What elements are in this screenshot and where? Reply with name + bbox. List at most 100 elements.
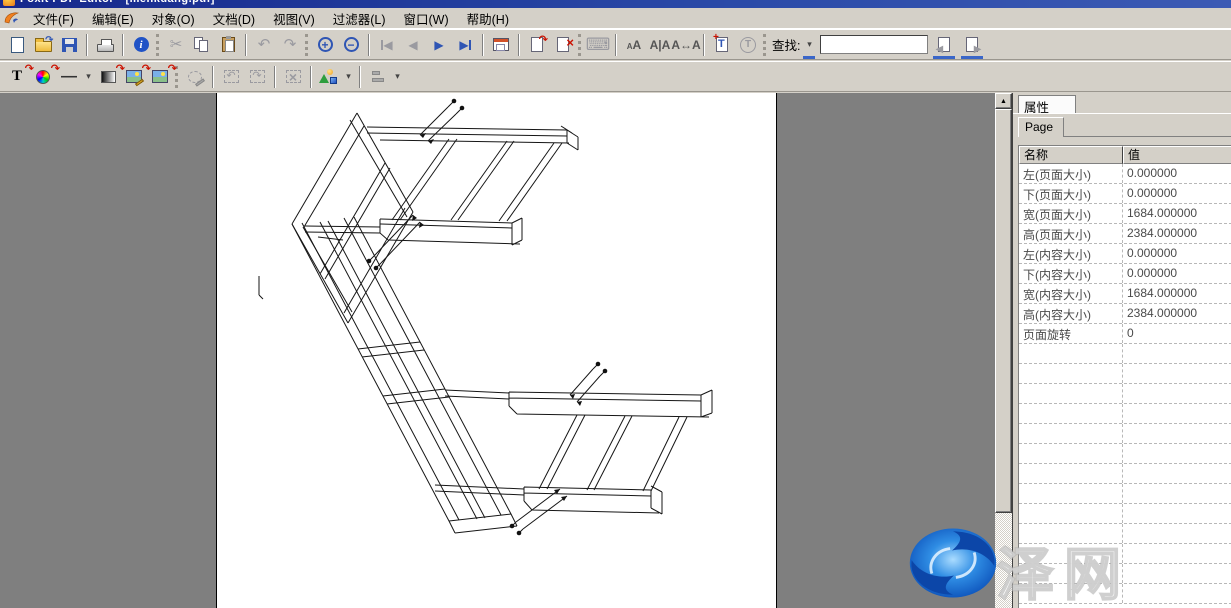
property-value[interactable]: 0 (1123, 324, 1231, 343)
property-name: 页面旋转 (1019, 324, 1123, 343)
panel-title-tab[interactable]: 属性 (1018, 95, 1076, 113)
font-width-button[interactable]: A|A (647, 33, 673, 57)
font-size-button[interactable]: AA (621, 33, 647, 57)
add-image-object-button[interactable]: ↷ (147, 65, 173, 89)
delete-page-button[interactable]: × (550, 33, 576, 57)
last-page-icon: ▶ (459, 39, 468, 51)
align-icon (370, 70, 386, 84)
undo-button[interactable]: ↶ (251, 33, 277, 57)
edit-image-object-button[interactable]: ↷ (121, 65, 147, 89)
color-wheel-icon (36, 70, 50, 84)
page-layout-icon (493, 38, 509, 51)
paste-button[interactable] (215, 33, 241, 57)
redo-button[interactable]: ↷ (277, 33, 303, 57)
first-page-button[interactable]: ◀ (374, 33, 400, 57)
align-dropdown[interactable]: ▾ (391, 65, 404, 89)
rotate-left-button[interactable]: ↶ (218, 65, 244, 89)
table-row: 宽(内容大小)1684.000000 (1019, 284, 1231, 304)
menu-help[interactable]: 帮助(H) (458, 7, 518, 30)
document-canvas[interactable] (0, 93, 995, 608)
new-page-icon (11, 37, 24, 53)
find-previous-button[interactable]: ◀ (932, 33, 956, 57)
separator (86, 34, 88, 56)
property-value[interactable]: 0.000000 (1123, 184, 1231, 203)
document-info-button[interactable]: i (128, 33, 154, 57)
find-next-button[interactable]: ▶ (960, 33, 984, 57)
image-icon (152, 70, 168, 83)
menu-document[interactable]: 文档(D) (204, 7, 264, 30)
separator (245, 34, 247, 56)
column-header-value[interactable]: 值 (1123, 146, 1231, 164)
separator (122, 34, 124, 56)
page-layout-button[interactable] (488, 33, 514, 57)
next-page-icon: ▶ (434, 39, 443, 51)
table-row: 下(内容大小)0.000000 (1019, 264, 1231, 284)
property-value[interactable]: 0.000000 (1123, 244, 1231, 263)
zoom-out-button[interactable]: − (338, 33, 364, 57)
align-button[interactable] (365, 65, 391, 89)
open-button[interactable]: ↷ (30, 33, 56, 57)
property-value[interactable]: 2384.000000 (1123, 224, 1231, 243)
cut-button[interactable]: ✂ (163, 33, 189, 57)
property-value[interactable]: 0.000000 (1123, 264, 1231, 283)
toolbar-drag-handle[interactable] (305, 34, 308, 56)
find-input[interactable] (820, 35, 928, 54)
separator (482, 34, 484, 56)
toolbar-drag-handle[interactable] (578, 34, 581, 56)
separator (274, 66, 276, 88)
menu-edit[interactable]: 编辑(E) (83, 7, 143, 30)
circled-t-icon: T (740, 37, 756, 53)
insert-shapes-button[interactable] (316, 65, 342, 89)
scroll-up-button[interactable]: ▲ (995, 93, 1012, 109)
pdf-page[interactable] (216, 93, 777, 608)
property-name: 宽(内容大小) (1019, 284, 1123, 303)
text-t-icon: T (12, 68, 22, 85)
find-dropdown-button[interactable]: ▾ (802, 33, 816, 57)
menu-window[interactable]: 窗口(W) (395, 7, 458, 30)
char-spacing-button[interactable]: A↔A (673, 33, 699, 57)
menu-object[interactable]: 对象(O) (143, 7, 204, 30)
last-page-button[interactable]: ▶ (452, 33, 478, 57)
add-text-object-button[interactable]: T↷ (4, 65, 30, 89)
property-value[interactable]: 0.000000 (1123, 164, 1231, 183)
virtual-keyboard-button[interactable]: ⌨ (585, 33, 611, 57)
text-tool-disabled-button[interactable]: T (735, 33, 761, 57)
scrollbar-track[interactable] (995, 513, 1012, 608)
line-style-button[interactable]: — (56, 65, 82, 89)
scrollbar-thumb[interactable] (995, 109, 1012, 513)
toolbar-drag-handle[interactable] (156, 34, 159, 56)
toolbar-drag-handle[interactable] (763, 34, 766, 56)
new-document-button[interactable] (4, 33, 30, 57)
next-page-button[interactable]: ▶ (426, 33, 452, 57)
find-dropdown-underline (803, 56, 815, 59)
property-value[interactable]: 1684.000000 (1123, 284, 1231, 303)
rotate-page-button[interactable]: ↷ (524, 33, 550, 57)
delete-selection-button[interactable]: × (280, 65, 306, 89)
previous-page-button[interactable]: ◀ (400, 33, 426, 57)
save-button[interactable] (56, 33, 82, 57)
tab-page[interactable]: Page (1018, 117, 1064, 137)
line-style-dropdown[interactable]: ▾ (82, 65, 95, 89)
dropdown-icon: ▾ (83, 71, 95, 82)
rotate-right-button[interactable]: ↷ (244, 65, 270, 89)
vertical-scrollbar[interactable]: ▲ (995, 93, 1012, 608)
property-value[interactable]: 1684.000000 (1123, 204, 1231, 223)
copy-button[interactable] (189, 33, 215, 57)
column-header-name[interactable]: 名称 (1019, 146, 1123, 164)
print-button[interactable] (92, 33, 118, 57)
add-color-object-button[interactable]: ↷ (30, 65, 56, 89)
menu-view[interactable]: 视图(V) (264, 7, 324, 30)
zoom-in-button[interactable]: + (312, 33, 338, 57)
lasso-icon (188, 71, 202, 83)
add-shade-object-button[interactable]: ↷ (95, 65, 121, 89)
add-text-button[interactable]: T+ (709, 33, 735, 57)
property-value[interactable]: 2384.000000 (1123, 304, 1231, 323)
menu-filter[interactable]: 过滤器(L) (324, 7, 395, 30)
shapes-dropdown[interactable]: ▾ (342, 65, 355, 89)
undo-icon: ↶ (258, 37, 271, 52)
empty-row (1019, 364, 1231, 384)
menu-file[interactable]: 文件(F) (24, 7, 83, 30)
edit-selection-button[interactable] (182, 65, 208, 89)
find-next-underline (961, 56, 983, 59)
table-row: 宽(页面大小)1684.000000 (1019, 204, 1231, 224)
